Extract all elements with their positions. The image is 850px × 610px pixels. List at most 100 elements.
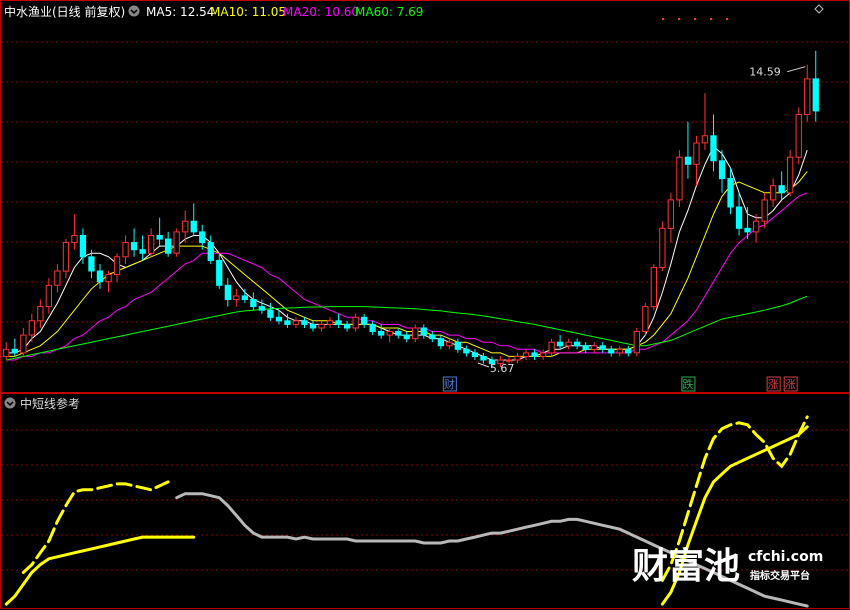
candle <box>557 335 564 350</box>
candle <box>608 345 615 357</box>
candle <box>633 327 641 357</box>
candle <box>642 303 649 336</box>
candle <box>591 342 598 353</box>
candle <box>54 263 61 293</box>
candle <box>659 221 666 272</box>
candle <box>148 228 155 257</box>
candle <box>463 345 470 357</box>
candle <box>190 203 197 236</box>
candle <box>369 320 376 336</box>
candle <box>574 338 581 350</box>
event-marker[interactable]: 涨 <box>766 376 781 392</box>
watermark-brand: 财富池 <box>632 545 740 587</box>
candle <box>684 121 692 179</box>
candle <box>105 271 112 293</box>
candle <box>795 107 802 165</box>
svg-text:涨: 涨 <box>785 378 796 391</box>
settings-icon[interactable] <box>128 5 140 17</box>
candle <box>522 349 530 360</box>
main-title: 中水渔业(日线 前复权) <box>4 4 125 19</box>
candle <box>45 278 53 314</box>
high-arrow <box>787 66 806 73</box>
candle <box>412 324 419 343</box>
candle <box>770 178 777 207</box>
indicator-header: 中短线参考 <box>4 396 80 411</box>
legend-ma60: MA60: 7.69 <box>355 5 423 19</box>
high-label: 14.59 <box>749 66 781 79</box>
candle <box>446 338 453 350</box>
candle <box>514 352 521 364</box>
candle <box>753 214 760 243</box>
indicator-settings-icon[interactable] <box>4 397 16 409</box>
event-marker[interactable]: 财 <box>442 376 457 392</box>
legend-ma20: MA20: 10.60 <box>283 5 359 19</box>
candle <box>395 327 402 339</box>
candle <box>335 313 342 328</box>
candle <box>582 342 589 353</box>
candle <box>650 263 658 311</box>
candle <box>165 231 172 257</box>
candle <box>250 292 257 311</box>
dots-icon[interactable] <box>662 18 728 20</box>
candle <box>599 342 606 353</box>
low-label: 5.67 <box>490 362 515 375</box>
candle <box>676 150 683 207</box>
candle <box>258 299 266 314</box>
candle <box>37 299 44 328</box>
candle <box>62 239 70 279</box>
event-marker[interactable]: 跌 <box>681 376 696 392</box>
candle <box>804 64 811 122</box>
candle <box>548 338 555 357</box>
svg-text:涨: 涨 <box>768 378 779 391</box>
candle <box>812 50 819 122</box>
watermark-slogan: 指标交易平台 <box>750 569 810 582</box>
main-header: 中水渔业(日线 前复权) MA5: 12.54 MA10: 11.05 MA20… <box>4 4 824 20</box>
candles <box>3 50 819 369</box>
candle <box>11 338 18 357</box>
watermark-domain: cfchi.com <box>748 549 823 565</box>
stock-chart: 中水渔业(日线 前复权) MA5: 12.54 MA10: 11.05 MA20… <box>0 0 850 609</box>
candle <box>233 288 240 307</box>
legend-ma10: MA10: 11.05 <box>210 5 286 19</box>
event-marker[interactable]: 涨 <box>783 376 798 392</box>
candle <box>454 338 462 353</box>
candle <box>216 253 223 289</box>
candle <box>122 235 129 264</box>
candle <box>710 114 717 172</box>
candle <box>96 263 104 289</box>
low-arrow <box>477 362 490 368</box>
candle <box>28 313 36 343</box>
indicator-title: 中短线参考 <box>20 396 80 411</box>
candle <box>326 317 334 328</box>
svg-text:财: 财 <box>444 377 455 391</box>
candle <box>207 235 214 264</box>
svg-text:跌: 跌 <box>682 377 693 391</box>
candle <box>352 313 359 332</box>
candle <box>361 313 368 328</box>
indicator-line-2 <box>4 535 196 606</box>
watermark: 财富池 cfchi.com 指标交易平台 <box>632 545 823 587</box>
candle <box>778 171 785 200</box>
candle <box>113 253 121 282</box>
candle <box>173 228 180 257</box>
candle <box>735 192 743 236</box>
candle <box>693 135 700 186</box>
candle <box>386 327 393 343</box>
candle <box>787 150 794 197</box>
candle <box>429 331 436 343</box>
candle <box>667 192 675 243</box>
candle <box>420 324 427 339</box>
candle <box>344 320 351 332</box>
candle <box>292 317 300 328</box>
candle <box>241 288 248 304</box>
diamond-icon[interactable] <box>814 4 824 14</box>
candle <box>224 278 231 307</box>
candle <box>565 338 572 350</box>
candle <box>531 349 538 360</box>
candle <box>378 324 385 339</box>
legend-ma5: MA5: 12.54 <box>146 5 214 19</box>
candle <box>130 228 138 257</box>
candle <box>471 349 479 360</box>
candle <box>3 342 10 360</box>
candle <box>403 331 410 343</box>
